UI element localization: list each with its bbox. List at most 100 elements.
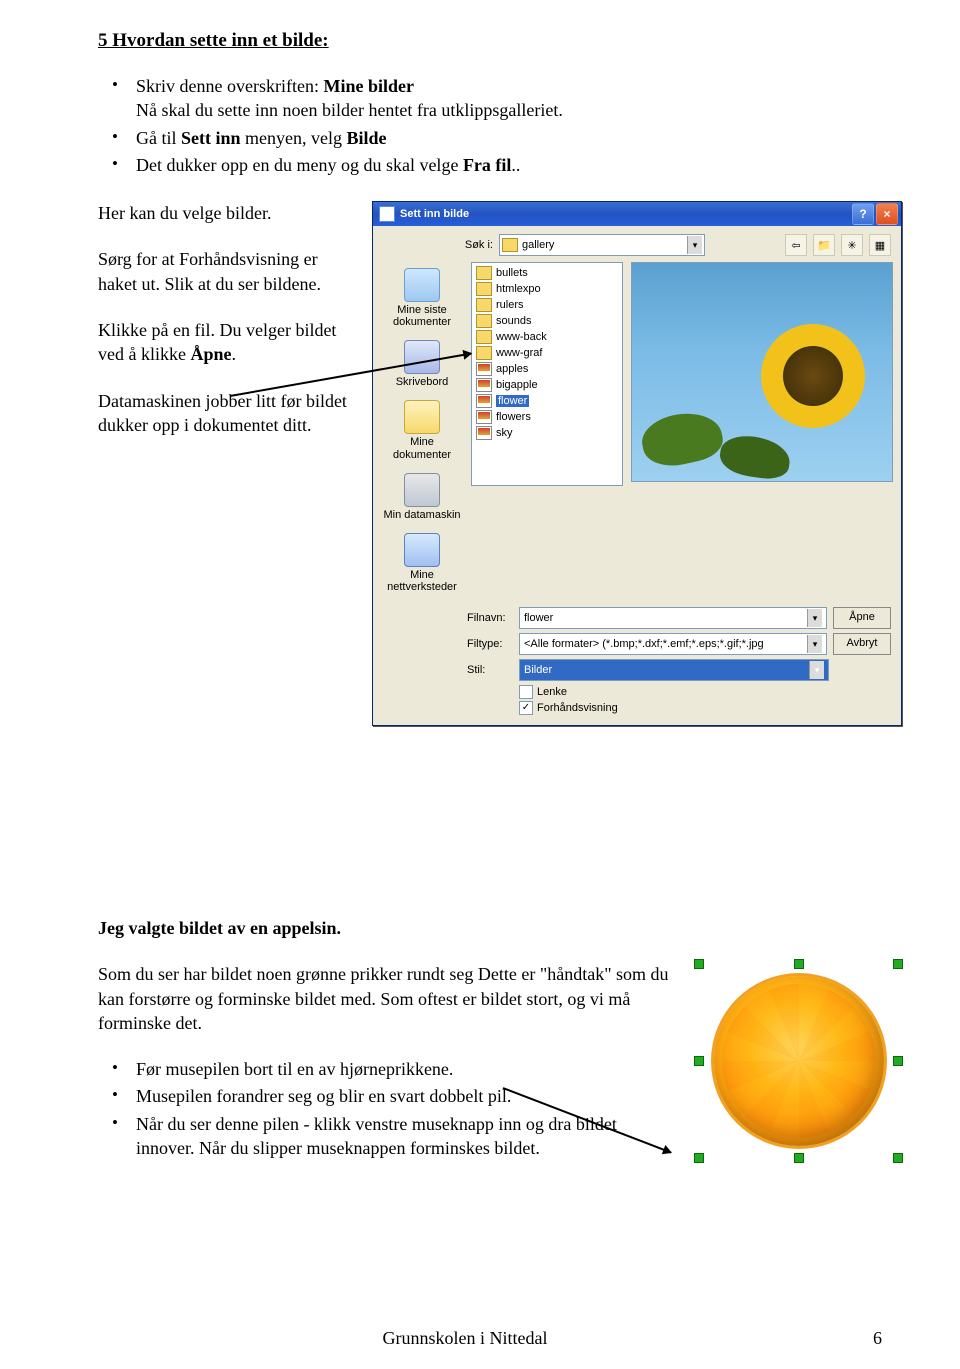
new-folder-icon[interactable]: ✳ xyxy=(841,234,863,256)
folder-icon xyxy=(476,266,492,280)
file-list[interactable]: bullets htmlexpo rulers sounds www-back www-g… xyxy=(471,262,623,486)
list-item: Gå til Sett inn menyen, velg Bilde xyxy=(98,126,902,150)
sunflower-graphic xyxy=(783,346,843,406)
filetype-value: <Alle formater> (*.bmp;*.dxf;*.emf;*.eps… xyxy=(524,638,764,650)
file-name: www-back xyxy=(496,331,547,343)
insert-image-dialog: Sett inn bilde ? × Søk i: gallery ▾ ⇦ 📁 … xyxy=(372,201,902,726)
resize-handle[interactable] xyxy=(794,1153,804,1163)
file-name: apples xyxy=(496,363,528,375)
place-icon xyxy=(404,400,440,434)
list-item: Musepilen forandrer seg og blir en svart… xyxy=(98,1084,677,1108)
place-label: dokumenter xyxy=(393,449,451,461)
filename-input[interactable]: flower ▾ xyxy=(519,607,827,629)
page-footer: Grunnskolen i Nittedal 6 xyxy=(0,1328,960,1349)
page-number: 6 xyxy=(852,1328,882,1349)
file-item[interactable]: www-graf xyxy=(472,345,622,361)
left-para-3: Klikke på en fil. Du velger bildet ved å… xyxy=(98,318,358,367)
file-item[interactable]: flower xyxy=(472,393,622,409)
image-file-icon xyxy=(476,426,492,440)
style-label: Stil: xyxy=(467,664,513,676)
chevron-down-icon[interactable]: ▾ xyxy=(807,609,822,627)
list-item: Når du ser denne pilen - klikk venstre m… xyxy=(98,1112,677,1161)
image-file-icon xyxy=(476,394,492,408)
resize-handle[interactable] xyxy=(794,959,804,969)
filename-label: Filnavn: xyxy=(467,612,513,624)
orange-graphic xyxy=(714,976,884,1146)
file-item[interactable]: apples xyxy=(472,361,622,377)
look-in-combo[interactable]: gallery ▾ xyxy=(499,234,705,256)
file-name: bullets xyxy=(496,267,528,279)
resize-handle[interactable] xyxy=(893,1153,903,1163)
file-name: sounds xyxy=(496,315,531,327)
file-item[interactable]: rulers xyxy=(472,297,622,313)
resize-handle[interactable] xyxy=(694,1056,704,1066)
file-name: htmlexpo xyxy=(496,283,541,295)
file-name: www-graf xyxy=(496,347,542,359)
places-item-desktop[interactable]: Skrivebord xyxy=(379,336,465,392)
folder-icon xyxy=(476,282,492,296)
left-para-1: Her kan du velge bilder. xyxy=(98,201,358,225)
intro-list: Skriv denne overskriften: Mine bilderNå … xyxy=(98,74,902,177)
file-item[interactable]: sky xyxy=(472,425,622,441)
folder-icon xyxy=(502,238,518,252)
place-label: Skrivebord xyxy=(396,376,449,388)
chevron-down-icon[interactable]: ▾ xyxy=(807,635,822,653)
places-item-network[interactable]: Minenettverksteder xyxy=(379,529,465,597)
file-item[interactable]: flowers xyxy=(472,409,622,425)
resize-handle[interactable] xyxy=(694,1153,704,1163)
look-in-value: gallery xyxy=(522,239,687,251)
places-item-mypc[interactable]: Min datamaskin xyxy=(379,469,465,525)
file-item[interactable]: bigapple xyxy=(472,377,622,393)
dialog-close-button[interactable]: × xyxy=(876,203,898,225)
left-para-2: Sørg for at Forhåndsvisning er haket ut.… xyxy=(98,247,358,296)
file-name: sky xyxy=(496,427,513,439)
resize-handle[interactable] xyxy=(694,959,704,969)
place-label: Mine xyxy=(410,569,434,581)
chevron-down-icon[interactable]: ▾ xyxy=(687,236,702,254)
folder-icon xyxy=(476,330,492,344)
places-item-mydocs[interactable]: Minedokumenter xyxy=(379,396,465,464)
resize-handle[interactable] xyxy=(893,1056,903,1066)
filetype-label: Filtype: xyxy=(467,638,513,650)
footer-text: Grunnskolen i Nittedal xyxy=(78,1328,852,1349)
place-icon xyxy=(404,473,440,507)
file-item[interactable]: www-back xyxy=(472,329,622,345)
chevron-down-icon[interactable]: ▾ xyxy=(809,661,824,679)
file-item[interactable]: sounds xyxy=(472,313,622,329)
file-item[interactable]: htmlexpo xyxy=(472,281,622,297)
list-item: Skriv denne overskriften: Mine bilderNå … xyxy=(98,74,902,123)
section-heading: 5 Hvordan sette inn et bilde: xyxy=(98,30,902,52)
file-name: flower xyxy=(496,395,529,407)
link-checkbox[interactable] xyxy=(519,685,533,699)
filetype-combo[interactable]: <Alle formater> (*.bmp;*.dxf;*.emf;*.eps… xyxy=(519,633,827,655)
style-value: Bilder xyxy=(524,664,552,676)
folder-icon xyxy=(476,298,492,312)
image-file-icon xyxy=(476,362,492,376)
resize-handle[interactable] xyxy=(893,959,903,969)
dialog-app-icon xyxy=(379,206,395,222)
place-label: Mine xyxy=(410,436,434,448)
orange-heading: Jeg valgte bildet av en appelsin. xyxy=(98,916,902,940)
places-bar: Mine sistedokumenterSkrivebordMinedokume… xyxy=(377,262,467,599)
views-icon[interactable]: ▦ xyxy=(869,234,891,256)
place-icon xyxy=(404,533,440,567)
image-file-icon xyxy=(476,378,492,392)
open-button[interactable]: Åpne xyxy=(833,607,891,629)
dialog-titlebar[interactable]: Sett inn bilde ? × xyxy=(373,202,901,226)
places-item-recent[interactable]: Mine sistedokumenter xyxy=(379,264,465,332)
orange-para: Som du ser har bildet noen grønne prikke… xyxy=(98,962,677,1035)
folder-icon xyxy=(476,346,492,360)
link-checkbox-label: Lenke xyxy=(537,686,567,698)
orange-image-container[interactable] xyxy=(697,962,902,1160)
style-combo[interactable]: Bilder ▾ xyxy=(519,659,829,681)
place-icon xyxy=(404,268,440,302)
dialog-help-button[interactable]: ? xyxy=(852,203,874,225)
back-icon[interactable]: ⇦ xyxy=(785,234,807,256)
preview-checkbox[interactable]: ✓ xyxy=(519,701,533,715)
cancel-button[interactable]: Avbryt xyxy=(833,633,891,655)
preview-pane xyxy=(631,262,893,482)
image-file-icon xyxy=(476,410,492,424)
orange-bullet-list: Før musepilen bort til en av hjørneprikk… xyxy=(98,1057,677,1160)
file-item[interactable]: bullets xyxy=(472,265,622,281)
up-one-level-icon[interactable]: 📁 xyxy=(813,234,835,256)
